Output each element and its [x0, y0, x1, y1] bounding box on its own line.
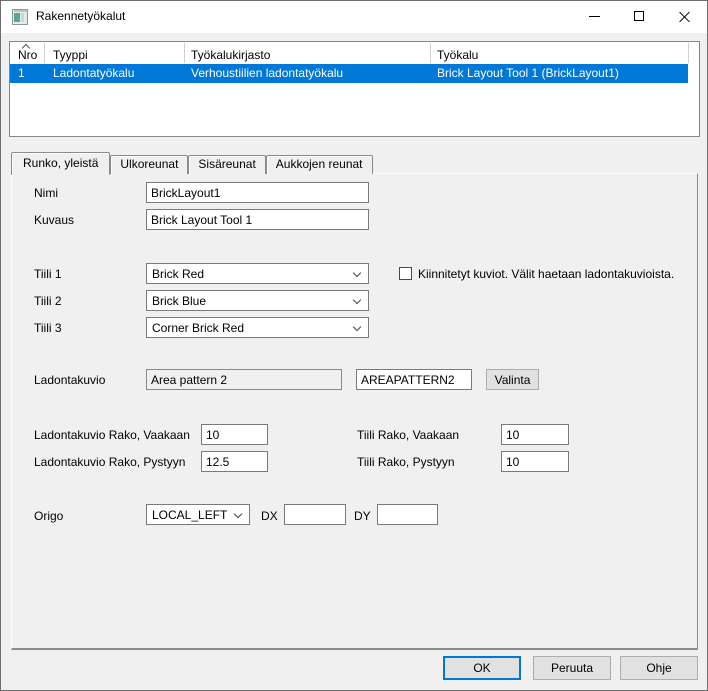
column-header-kirjasto[interactable]: Työkalukirjasto [191, 48, 270, 62]
column-header-tyyppi[interactable]: Tyyppi [53, 48, 88, 62]
tab-ulkoreunat[interactable]: Ulkoreunat [110, 155, 188, 174]
tiili-rako-vaakaan-input[interactable] [501, 424, 569, 445]
tiili-2-dropdown[interactable]: Brick Blue [146, 290, 369, 311]
kiinnitetyt-kuviot-label: Kiinnitetyt kuviot. Välit haetaan ladont… [418, 267, 674, 281]
cell-nro: 1 [18, 64, 25, 83]
tiili-3-dropdown[interactable]: Corner Brick Red [146, 317, 369, 338]
window-title: Rakennetyökalut [36, 1, 125, 32]
window-icon-part [25, 13, 27, 22]
nimi-input[interactable] [146, 182, 369, 203]
ok-button[interactable]: OK [443, 656, 521, 680]
kiinnitetyt-kuviot-checkbox[interactable] [399, 267, 412, 280]
tiili-1-value: Brick Red [152, 267, 204, 281]
peruuta-button[interactable]: Peruuta [533, 656, 611, 680]
titlebar: Rakennetyökalut [1, 1, 707, 33]
table-row-selected[interactable]: 1 Ladontatyökalu Verhoustiilien ladontat… [10, 64, 688, 83]
tool-list-header: Nro Tyyppi Työkalukirjasto Työkalu [10, 42, 699, 64]
tool-list: Nro Tyyppi Työkalukirjasto Työkalu 1 Lad… [9, 41, 700, 137]
tiili-2-value: Brick Blue [152, 294, 206, 308]
label-ladontakuvio: Ladontakuvio [34, 373, 105, 387]
window-icon-part [14, 10, 27, 12]
label-tiili-2: Tiili 2 [34, 294, 62, 308]
column-header-nro[interactable]: Nro [18, 48, 37, 62]
chevron-down-icon [353, 296, 361, 304]
window-icon [12, 9, 28, 25]
kuvaus-input[interactable] [146, 209, 369, 230]
label-dx: DX [261, 509, 278, 523]
column-divider[interactable] [44, 43, 45, 63]
tabpage-runko-yleista [11, 173, 698, 650]
tiili-3-value: Corner Brick Red [152, 321, 244, 335]
label-tiili-3: Tiili 3 [34, 321, 62, 335]
window-icon-part [14, 13, 20, 22]
ladontakuvio-name-field[interactable] [146, 369, 342, 390]
label-tiili-rako-vaakaan: Tiili Rako, Vaakaan [357, 428, 459, 442]
origo-dropdown[interactable]: LOCAL_LEFT [146, 504, 250, 525]
close-icon [679, 11, 690, 22]
tab-sisareunat[interactable]: Sisäreunat [188, 155, 265, 174]
column-header-tyokalu[interactable]: Työkalu [437, 48, 478, 62]
close-button[interactable] [662, 1, 707, 32]
ohje-button[interactable]: Ohje [620, 656, 698, 680]
dialog-rakennetyokalut: Rakennetyökalut Nro Tyyppi Työkalukirjas… [0, 0, 708, 691]
chevron-down-icon [353, 323, 361, 331]
window-icon-part [21, 13, 24, 22]
dy-input[interactable] [377, 504, 438, 525]
ladontakuvio-code-field[interactable] [356, 369, 472, 390]
minimize-button[interactable] [572, 1, 617, 32]
label-kuvaus: Kuvaus [34, 213, 74, 227]
column-divider[interactable] [184, 43, 185, 63]
chevron-down-icon [234, 510, 242, 518]
rako-vaakaan-input[interactable] [201, 424, 268, 445]
tab-runko-yleista[interactable]: Runko, yleistä [11, 152, 110, 175]
label-tiili-1: Tiili 1 [34, 267, 62, 281]
label-origo: Origo [34, 509, 63, 523]
label-rako-pystyyn: Ladontakuvio Rako, Pystyyn [34, 455, 185, 469]
maximize-icon [634, 11, 644, 21]
label-nimi: Nimi [34, 186, 58, 200]
column-divider[interactable] [688, 43, 689, 63]
chevron-down-icon [353, 269, 361, 277]
tiili-1-dropdown[interactable]: Brick Red [146, 263, 369, 284]
tabstrip: Runko, yleistä Ulkoreunat Sisäreunat Auk… [11, 151, 373, 174]
column-divider[interactable] [430, 43, 431, 63]
label-dy: DY [354, 509, 371, 523]
tab-aukkojen-reunat[interactable]: Aukkojen reunat [266, 155, 373, 174]
label-tiili-rako-pystyyn: Tiili Rako, Pystyyn [357, 455, 455, 469]
cell-kirjasto: Verhoustiilien ladontatyökalu [191, 64, 343, 83]
cell-tyokalu: Brick Layout Tool 1 (BrickLayout1) [437, 64, 619, 83]
label-rako-vaakaan: Ladontakuvio Rako, Vaakaan [34, 428, 190, 442]
maximize-button[interactable] [617, 1, 662, 32]
origo-value: LOCAL_LEFT [152, 508, 227, 522]
cell-tyyppi: Ladontatyökalu [53, 64, 134, 83]
valinta-button[interactable]: Valinta [486, 369, 539, 390]
dx-input[interactable] [284, 504, 346, 525]
minimize-icon [589, 16, 600, 17]
rako-pystyyn-input[interactable] [201, 451, 268, 472]
tiili-rako-pystyyn-input[interactable] [501, 451, 569, 472]
